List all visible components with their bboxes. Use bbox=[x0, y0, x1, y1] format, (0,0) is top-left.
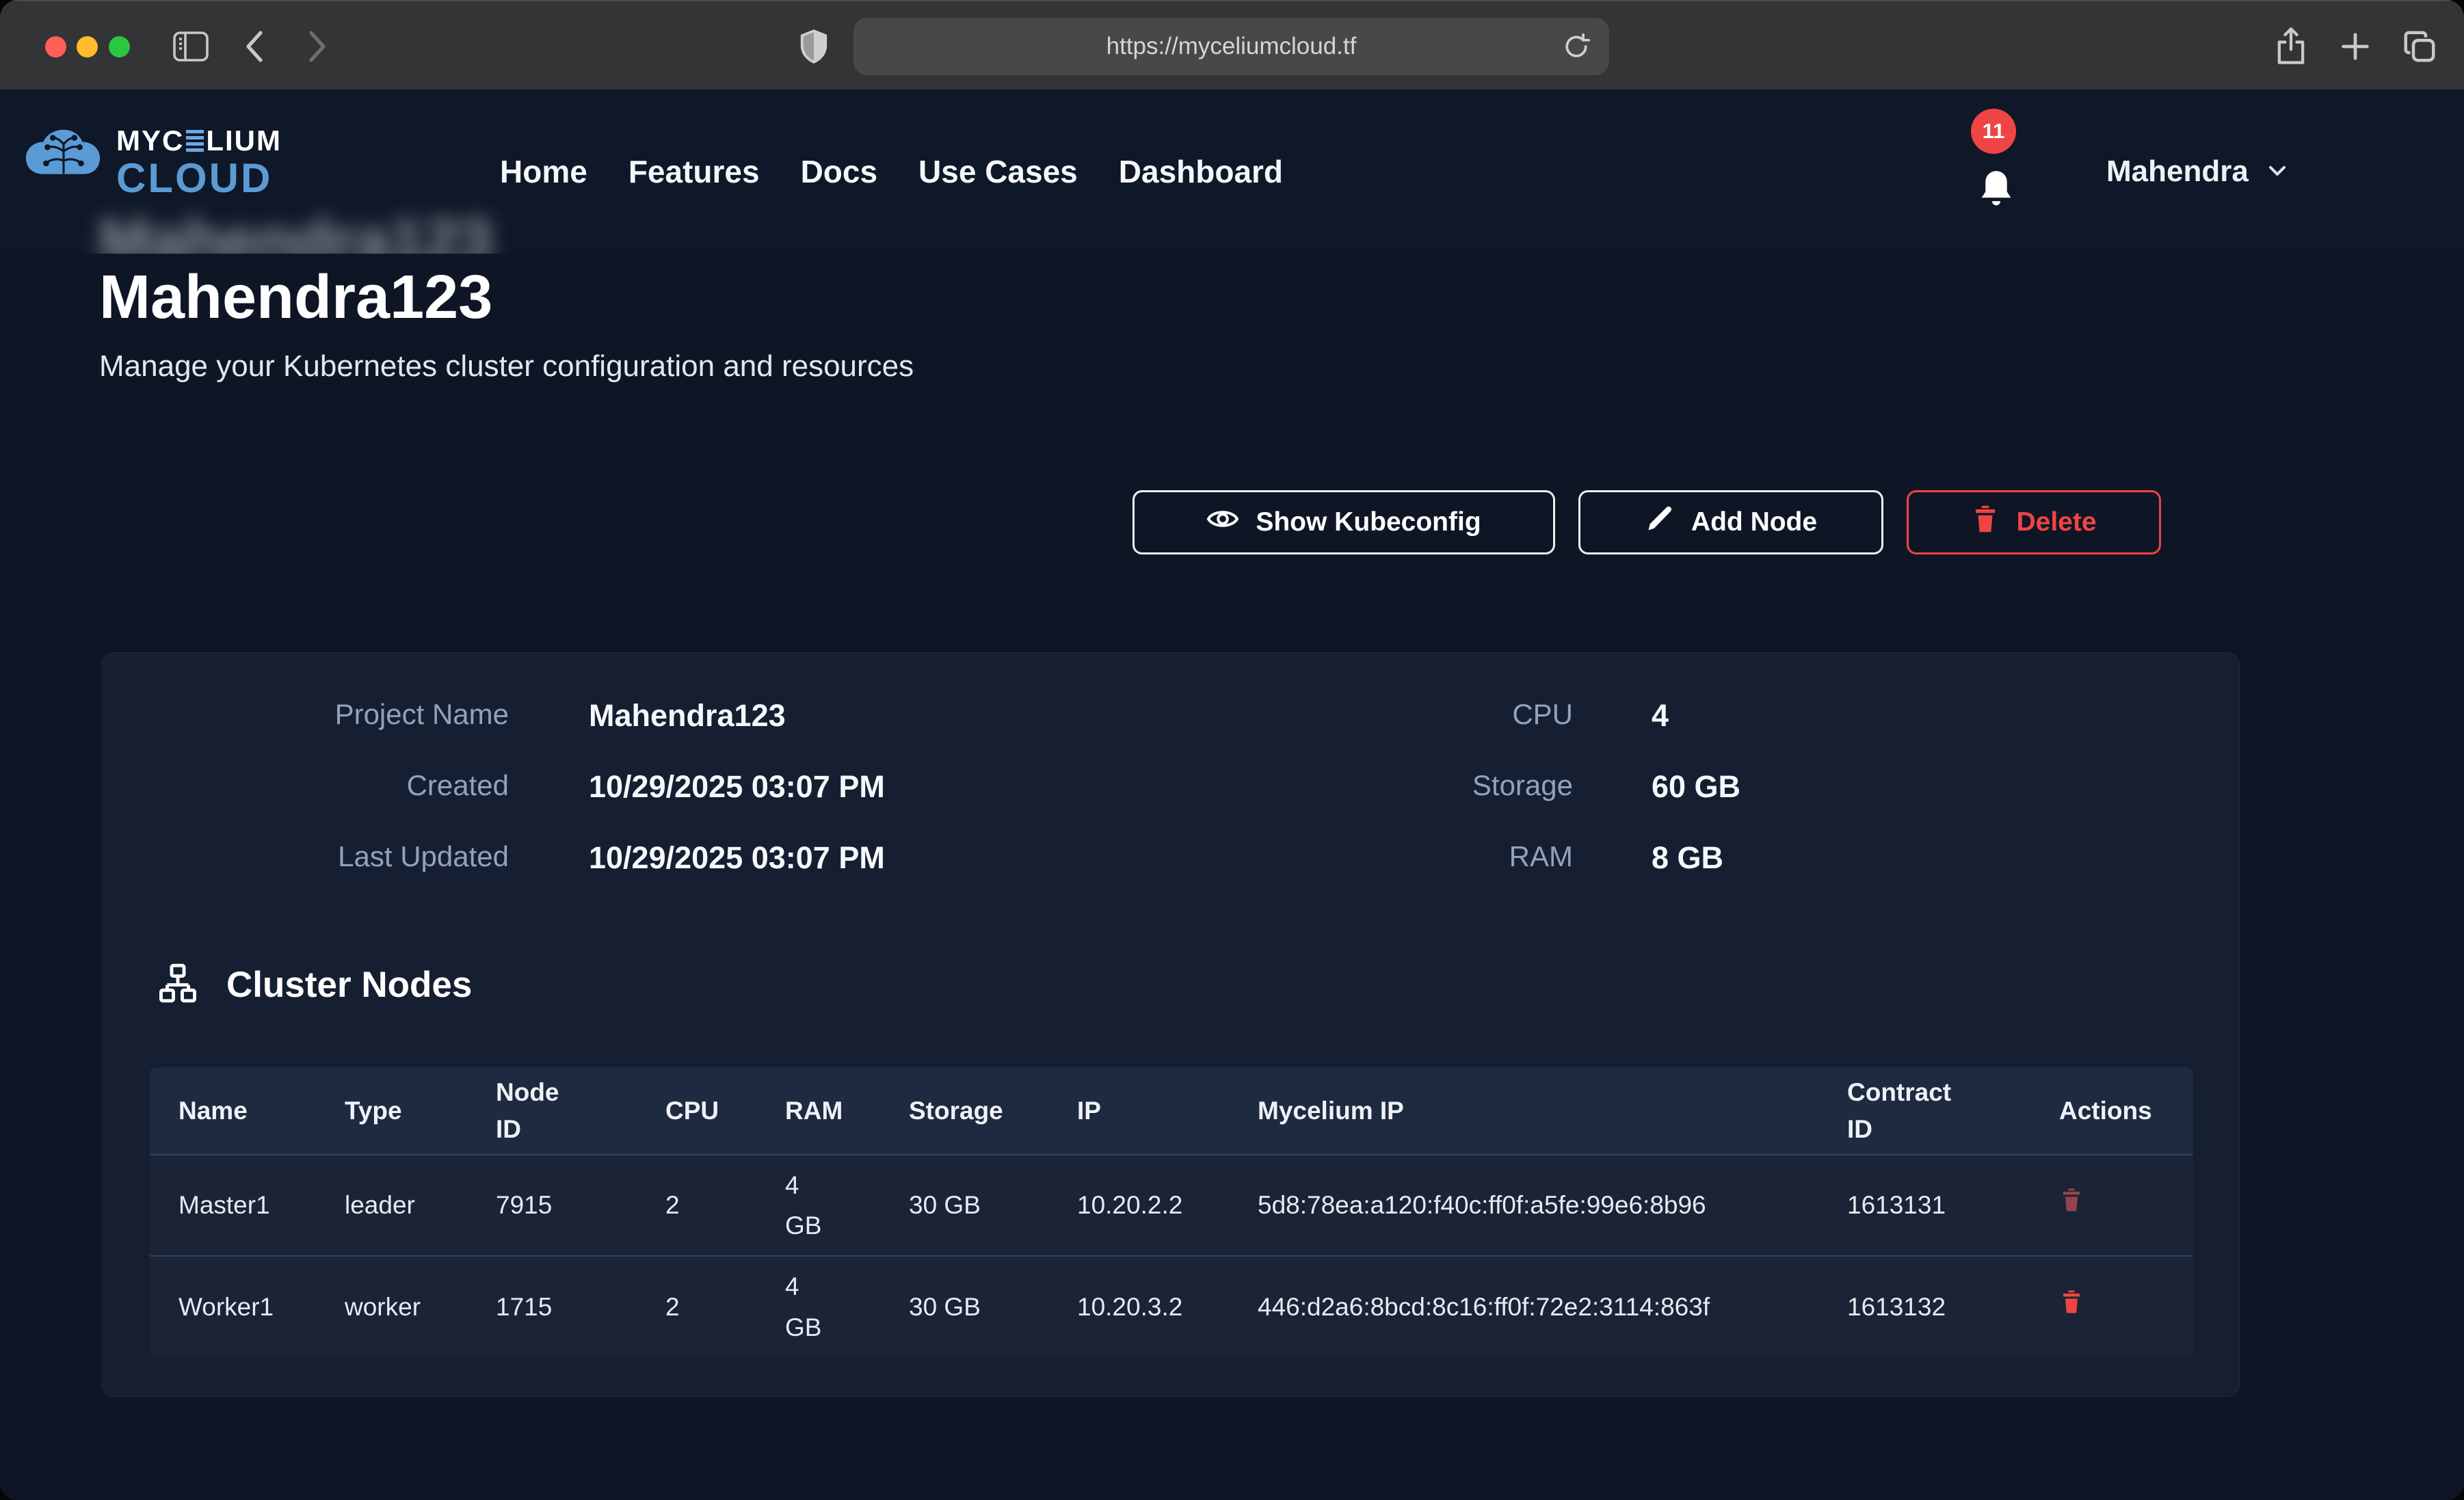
delete-cluster-button[interactable]: Delete bbox=[1907, 490, 2161, 554]
info-value: Mahendra123 bbox=[589, 698, 786, 734]
brand-logo[interactable]: MYCLIUM CLOUD bbox=[23, 124, 282, 201]
cell-cpu: 2 bbox=[637, 1256, 756, 1357]
cell-storage: 30 GB bbox=[880, 1155, 1048, 1256]
chevron-down-icon bbox=[2264, 157, 2291, 187]
browser-window: https://myceliumcloud.tf Mahendra123 Man… bbox=[0, 0, 2464, 1500]
cell-cpu: 2 bbox=[637, 1155, 756, 1256]
nav-link-use-cases[interactable]: Use Cases bbox=[918, 153, 1078, 190]
info-value: 60 GB bbox=[1652, 769, 1740, 805]
info-label: RAM bbox=[1265, 840, 1573, 873]
info-value: 8 GB bbox=[1652, 840, 1723, 876]
col-header-name: Name bbox=[150, 1067, 316, 1155]
info-label: Last Updated bbox=[103, 840, 509, 873]
zoom-window-button[interactable] bbox=[109, 36, 130, 57]
add-node-label: Add Node bbox=[1691, 507, 1817, 537]
col-header-mycelium-ip: Mycelium IP bbox=[1229, 1067, 1818, 1155]
table-row: Worker1 worker 1715 2 4 GB 30 GB 10.20.3… bbox=[150, 1256, 2193, 1357]
nav-link-docs[interactable]: Docs bbox=[801, 153, 877, 190]
col-header-ram: RAM bbox=[756, 1067, 880, 1155]
stylized-e-icon bbox=[186, 130, 204, 152]
info-label: Storage bbox=[1265, 769, 1573, 802]
new-tab-icon[interactable] bbox=[2328, 1, 2383, 91]
cell-contract-id: 1613131 bbox=[1818, 1155, 2030, 1256]
brand-wordmark: MYCLIUM CLOUD bbox=[116, 126, 282, 199]
info-label: CPU bbox=[1265, 698, 1573, 731]
cell-mycelium-ip: 446:d2a6:8bcd:8c16:ff0f:72e2:3114:863f bbox=[1229, 1256, 1818, 1357]
cell-actions bbox=[2030, 1155, 2193, 1256]
nav-link-features[interactable]: Features bbox=[628, 153, 760, 190]
reload-icon[interactable] bbox=[1561, 30, 1591, 63]
col-header-cpu: CPU bbox=[637, 1067, 756, 1155]
cell-type: worker bbox=[316, 1256, 467, 1357]
cluster-nodes-heading: Cluster Nodes bbox=[157, 962, 472, 1008]
info-value: 4 bbox=[1652, 698, 1669, 734]
network-icon bbox=[157, 962, 199, 1008]
delete-label: Delete bbox=[2016, 507, 2096, 537]
tab-overview-icon[interactable] bbox=[2391, 1, 2448, 91]
page-viewport: Mahendra123 Manage your Kubernetes clust… bbox=[0, 90, 2464, 1500]
col-header-type: Type bbox=[316, 1067, 467, 1155]
page-title: Mahendra123 bbox=[99, 267, 492, 328]
eye-icon bbox=[1206, 503, 1239, 542]
info-label: Created bbox=[103, 769, 509, 802]
user-menu[interactable]: Mahendra bbox=[2106, 90, 2291, 254]
cell-type: leader bbox=[316, 1155, 467, 1256]
share-icon[interactable] bbox=[2264, 1, 2318, 91]
col-header-storage: Storage bbox=[880, 1067, 1048, 1155]
sidebar-toggle-icon[interactable] bbox=[167, 1, 215, 91]
nav-link-dashboard[interactable]: Dashboard bbox=[1119, 153, 1283, 190]
notification-count-badge: 11 bbox=[1971, 109, 2016, 154]
col-header-actions: Actions bbox=[2030, 1067, 2193, 1155]
address-bar[interactable]: https://myceliumcloud.tf bbox=[853, 18, 1609, 75]
cluster-actions: Show Kubeconfig Add Node Delete bbox=[1132, 490, 2161, 554]
section-title: Cluster Nodes bbox=[226, 964, 472, 1006]
table-header-row: Name Type Node ID CPU RAM Storage IP Myc… bbox=[150, 1067, 2193, 1155]
mycelium-cloud-logo-icon bbox=[23, 124, 104, 201]
nav-links: Home Features Docs Use Cases Dashboard bbox=[500, 90, 1283, 254]
delete-node-button[interactable] bbox=[2059, 1288, 2084, 1317]
col-header-ip: IP bbox=[1048, 1067, 1229, 1155]
privacy-shield-icon[interactable] bbox=[786, 1, 841, 91]
address-bar-url: https://myceliumcloud.tf bbox=[1107, 33, 1357, 60]
cell-ram: 4 GB bbox=[756, 1155, 880, 1256]
info-label: Project Name bbox=[103, 698, 509, 731]
pencil-icon bbox=[1645, 504, 1675, 541]
trash-icon bbox=[1971, 503, 2000, 541]
show-kubeconfig-button[interactable]: Show Kubeconfig bbox=[1132, 490, 1555, 554]
cluster-details-panel: Project Name Mahendra123 Created 10/29/2… bbox=[102, 652, 2240, 1397]
cell-ip: 10.20.2.2 bbox=[1048, 1155, 1229, 1256]
back-button[interactable] bbox=[231, 1, 279, 91]
blurred-page-title: Mahendra123 bbox=[99, 206, 492, 254]
cell-name: Worker1 bbox=[150, 1256, 316, 1357]
minimize-window-button[interactable] bbox=[77, 36, 98, 57]
cell-ip: 10.20.3.2 bbox=[1048, 1256, 1229, 1357]
cell-ram: 4 GB bbox=[756, 1256, 880, 1357]
cell-node-id: 7915 bbox=[467, 1155, 637, 1256]
info-value: 10/29/2025 03:07 PM bbox=[589, 769, 885, 805]
site-navbar: Mahendra123 MYCLIUM CLOU bbox=[0, 90, 2464, 254]
cell-storage: 30 GB bbox=[880, 1256, 1048, 1357]
close-window-button[interactable] bbox=[45, 36, 66, 57]
table-row: Master1 leader 7915 2 4 GB 30 GB 10.20.2… bbox=[150, 1155, 2193, 1256]
page-subtitle: Manage your Kubernetes cluster configura… bbox=[99, 349, 914, 384]
show-kubeconfig-label: Show Kubeconfig bbox=[1256, 507, 1481, 537]
col-header-contract-id: Contract ID bbox=[1818, 1067, 2030, 1155]
col-header-node-id: Node ID bbox=[467, 1067, 637, 1155]
delete-node-button[interactable] bbox=[2059, 1186, 2084, 1216]
cluster-nodes-table: Name Type Node ID CPU RAM Storage IP Myc… bbox=[150, 1067, 2193, 1357]
forward-button[interactable] bbox=[293, 1, 341, 91]
bell-icon bbox=[1975, 168, 2017, 216]
cell-contract-id: 1613132 bbox=[1818, 1256, 2030, 1357]
cell-mycelium-ip: 5d8:78ea:a120:f40c:ff0f:a5fe:99e6:8b96 bbox=[1229, 1155, 1818, 1256]
cell-node-id: 1715 bbox=[467, 1256, 637, 1357]
cell-name: Master1 bbox=[150, 1155, 316, 1256]
notifications-button[interactable]: 11 bbox=[1971, 125, 2053, 228]
add-node-button[interactable]: Add Node bbox=[1578, 490, 1883, 554]
cell-actions bbox=[2030, 1256, 2193, 1357]
nav-link-home[interactable]: Home bbox=[500, 153, 587, 190]
user-name: Mahendra bbox=[2106, 155, 2249, 189]
info-value: 10/29/2025 03:07 PM bbox=[589, 840, 885, 876]
browser-toolbar: https://myceliumcloud.tf bbox=[0, 0, 2464, 90]
